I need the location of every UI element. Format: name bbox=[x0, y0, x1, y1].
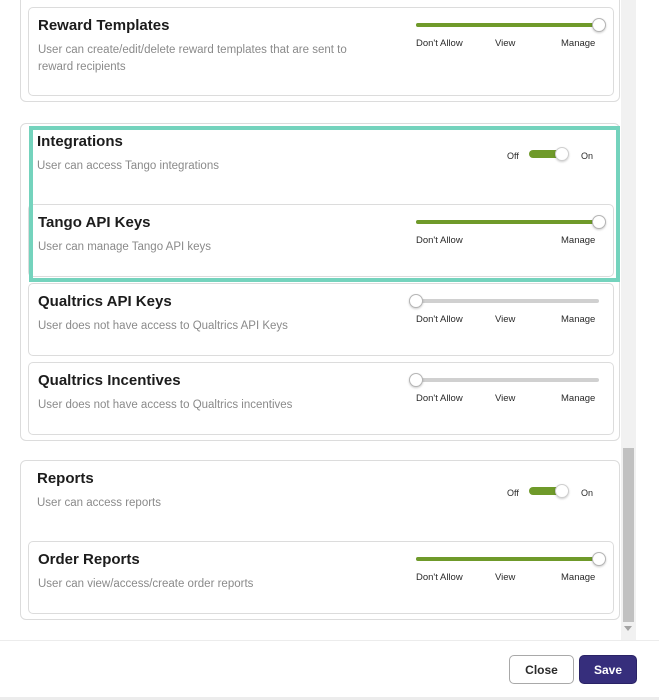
tango-api-keys-description: User can manage Tango API keys bbox=[38, 241, 212, 253]
scroll-down-arrow-icon[interactable] bbox=[624, 626, 632, 631]
order-reports-description: User can view/access/create order report… bbox=[38, 578, 254, 590]
reports-group: Reports User can access reports Off On O… bbox=[20, 460, 620, 620]
integrations-title: Integrations bbox=[37, 133, 123, 150]
reports-title: Reports bbox=[37, 470, 94, 487]
qualtrics-api-keys-slider[interactable]: Don't Allow View Manage bbox=[409, 287, 606, 327]
slider-label-view[interactable]: View bbox=[495, 393, 515, 404]
slider-handle[interactable] bbox=[592, 18, 606, 32]
toggle-on-label: On bbox=[581, 488, 594, 498]
slider-label-dont-allow[interactable]: Don't Allow bbox=[416, 393, 463, 404]
toggle-knob[interactable] bbox=[555, 147, 569, 161]
close-button[interactable]: Close bbox=[509, 655, 574, 684]
slider-label-manage[interactable]: Manage bbox=[561, 38, 595, 49]
order-reports-slider[interactable]: Don't Allow View Manage bbox=[416, 545, 606, 585]
qualtrics-incentives-slider[interactable]: Don't Allow View Manage bbox=[409, 366, 606, 406]
reports-header: Reports User can access reports Off On bbox=[37, 461, 617, 541]
integrations-description: User can access Tango integrations bbox=[37, 160, 219, 172]
slider-track[interactable] bbox=[416, 23, 599, 27]
reports-toggle[interactable]: Off On bbox=[507, 484, 607, 504]
slider-handle[interactable] bbox=[409, 294, 423, 308]
slider-handle[interactable] bbox=[592, 215, 606, 229]
toggle-on-label: On bbox=[581, 151, 594, 161]
tango-api-keys-card: Tango API Keys User can manage Tango API… bbox=[28, 204, 614, 277]
order-reports-card: Order Reports User can view/access/creat… bbox=[28, 541, 614, 614]
slider-handle[interactable] bbox=[592, 552, 606, 566]
footer-divider bbox=[0, 640, 659, 641]
slider-label-dont-allow[interactable]: Don't Allow bbox=[416, 38, 463, 49]
toggle-switch[interactable] bbox=[529, 484, 569, 498]
tango-api-keys-title: Tango API Keys bbox=[38, 214, 151, 231]
vertical-scrollbar[interactable] bbox=[621, 0, 636, 640]
slider-label-view[interactable]: View bbox=[495, 314, 515, 325]
slider-label-dont-allow[interactable]: Don't Allow bbox=[416, 314, 463, 325]
qualtrics-api-keys-card: Qualtrics API Keys User does not have ac… bbox=[28, 283, 614, 356]
slider-track[interactable] bbox=[416, 557, 599, 561]
slider-label-manage[interactable]: Manage bbox=[561, 393, 595, 404]
reward-templates-title: Reward Templates bbox=[38, 17, 170, 34]
rewards-group: Reward Templates User can create/edit/de… bbox=[20, 0, 620, 102]
reward-templates-card: Reward Templates User can create/edit/de… bbox=[28, 7, 614, 96]
slider-fill bbox=[416, 23, 599, 27]
slider-track[interactable] bbox=[416, 299, 599, 303]
slider-fill bbox=[416, 557, 599, 561]
qualtrics-incentives-description: User does not have access to Qualtrics i… bbox=[38, 399, 293, 411]
qualtrics-api-keys-description: User does not have access to Qualtrics A… bbox=[38, 320, 288, 332]
toggle-off-label: Off bbox=[507, 151, 519, 161]
slider-label-dont-allow[interactable]: Don't Allow bbox=[416, 235, 463, 246]
reward-templates-description: User can create/edit/delete reward templ… bbox=[38, 44, 347, 73]
reward-templates-slider[interactable]: Don't Allow View Manage bbox=[416, 11, 606, 51]
toggle-knob[interactable] bbox=[555, 484, 569, 498]
permissions-scroll-area[interactable]: Reward Templates User can create/edit/de… bbox=[0, 0, 636, 640]
qualtrics-incentives-card: Qualtrics Incentives User does not have … bbox=[28, 362, 614, 435]
save-button[interactable]: Save bbox=[579, 655, 637, 684]
scrollbar-thumb[interactable] bbox=[623, 448, 634, 622]
toggle-switch[interactable] bbox=[529, 147, 569, 161]
qualtrics-incentives-title: Qualtrics Incentives bbox=[38, 372, 181, 389]
slider-handle[interactable] bbox=[409, 373, 423, 387]
slider-label-manage[interactable]: Manage bbox=[561, 572, 595, 583]
slider-track[interactable] bbox=[416, 378, 599, 382]
tango-api-keys-slider[interactable]: Don't Allow Manage bbox=[416, 208, 606, 248]
slider-label-view[interactable]: View bbox=[495, 572, 515, 583]
qualtrics-api-keys-title: Qualtrics API Keys bbox=[38, 293, 172, 310]
slider-label-manage[interactable]: Manage bbox=[561, 235, 595, 246]
slider-label-manage[interactable]: Manage bbox=[561, 314, 595, 325]
slider-track[interactable] bbox=[416, 220, 599, 224]
reports-description: User can access reports bbox=[37, 497, 161, 509]
integrations-toggle[interactable]: Off On bbox=[507, 147, 607, 167]
slider-label-dont-allow[interactable]: Don't Allow bbox=[416, 572, 463, 583]
toggle-off-label: Off bbox=[507, 488, 519, 498]
slider-label-view[interactable]: View bbox=[495, 38, 515, 49]
order-reports-title: Order Reports bbox=[38, 551, 140, 568]
slider-fill bbox=[416, 220, 599, 224]
integrations-header: Integrations User can access Tango integ… bbox=[37, 124, 617, 204]
integrations-group: Integrations User can access Tango integ… bbox=[20, 123, 620, 441]
